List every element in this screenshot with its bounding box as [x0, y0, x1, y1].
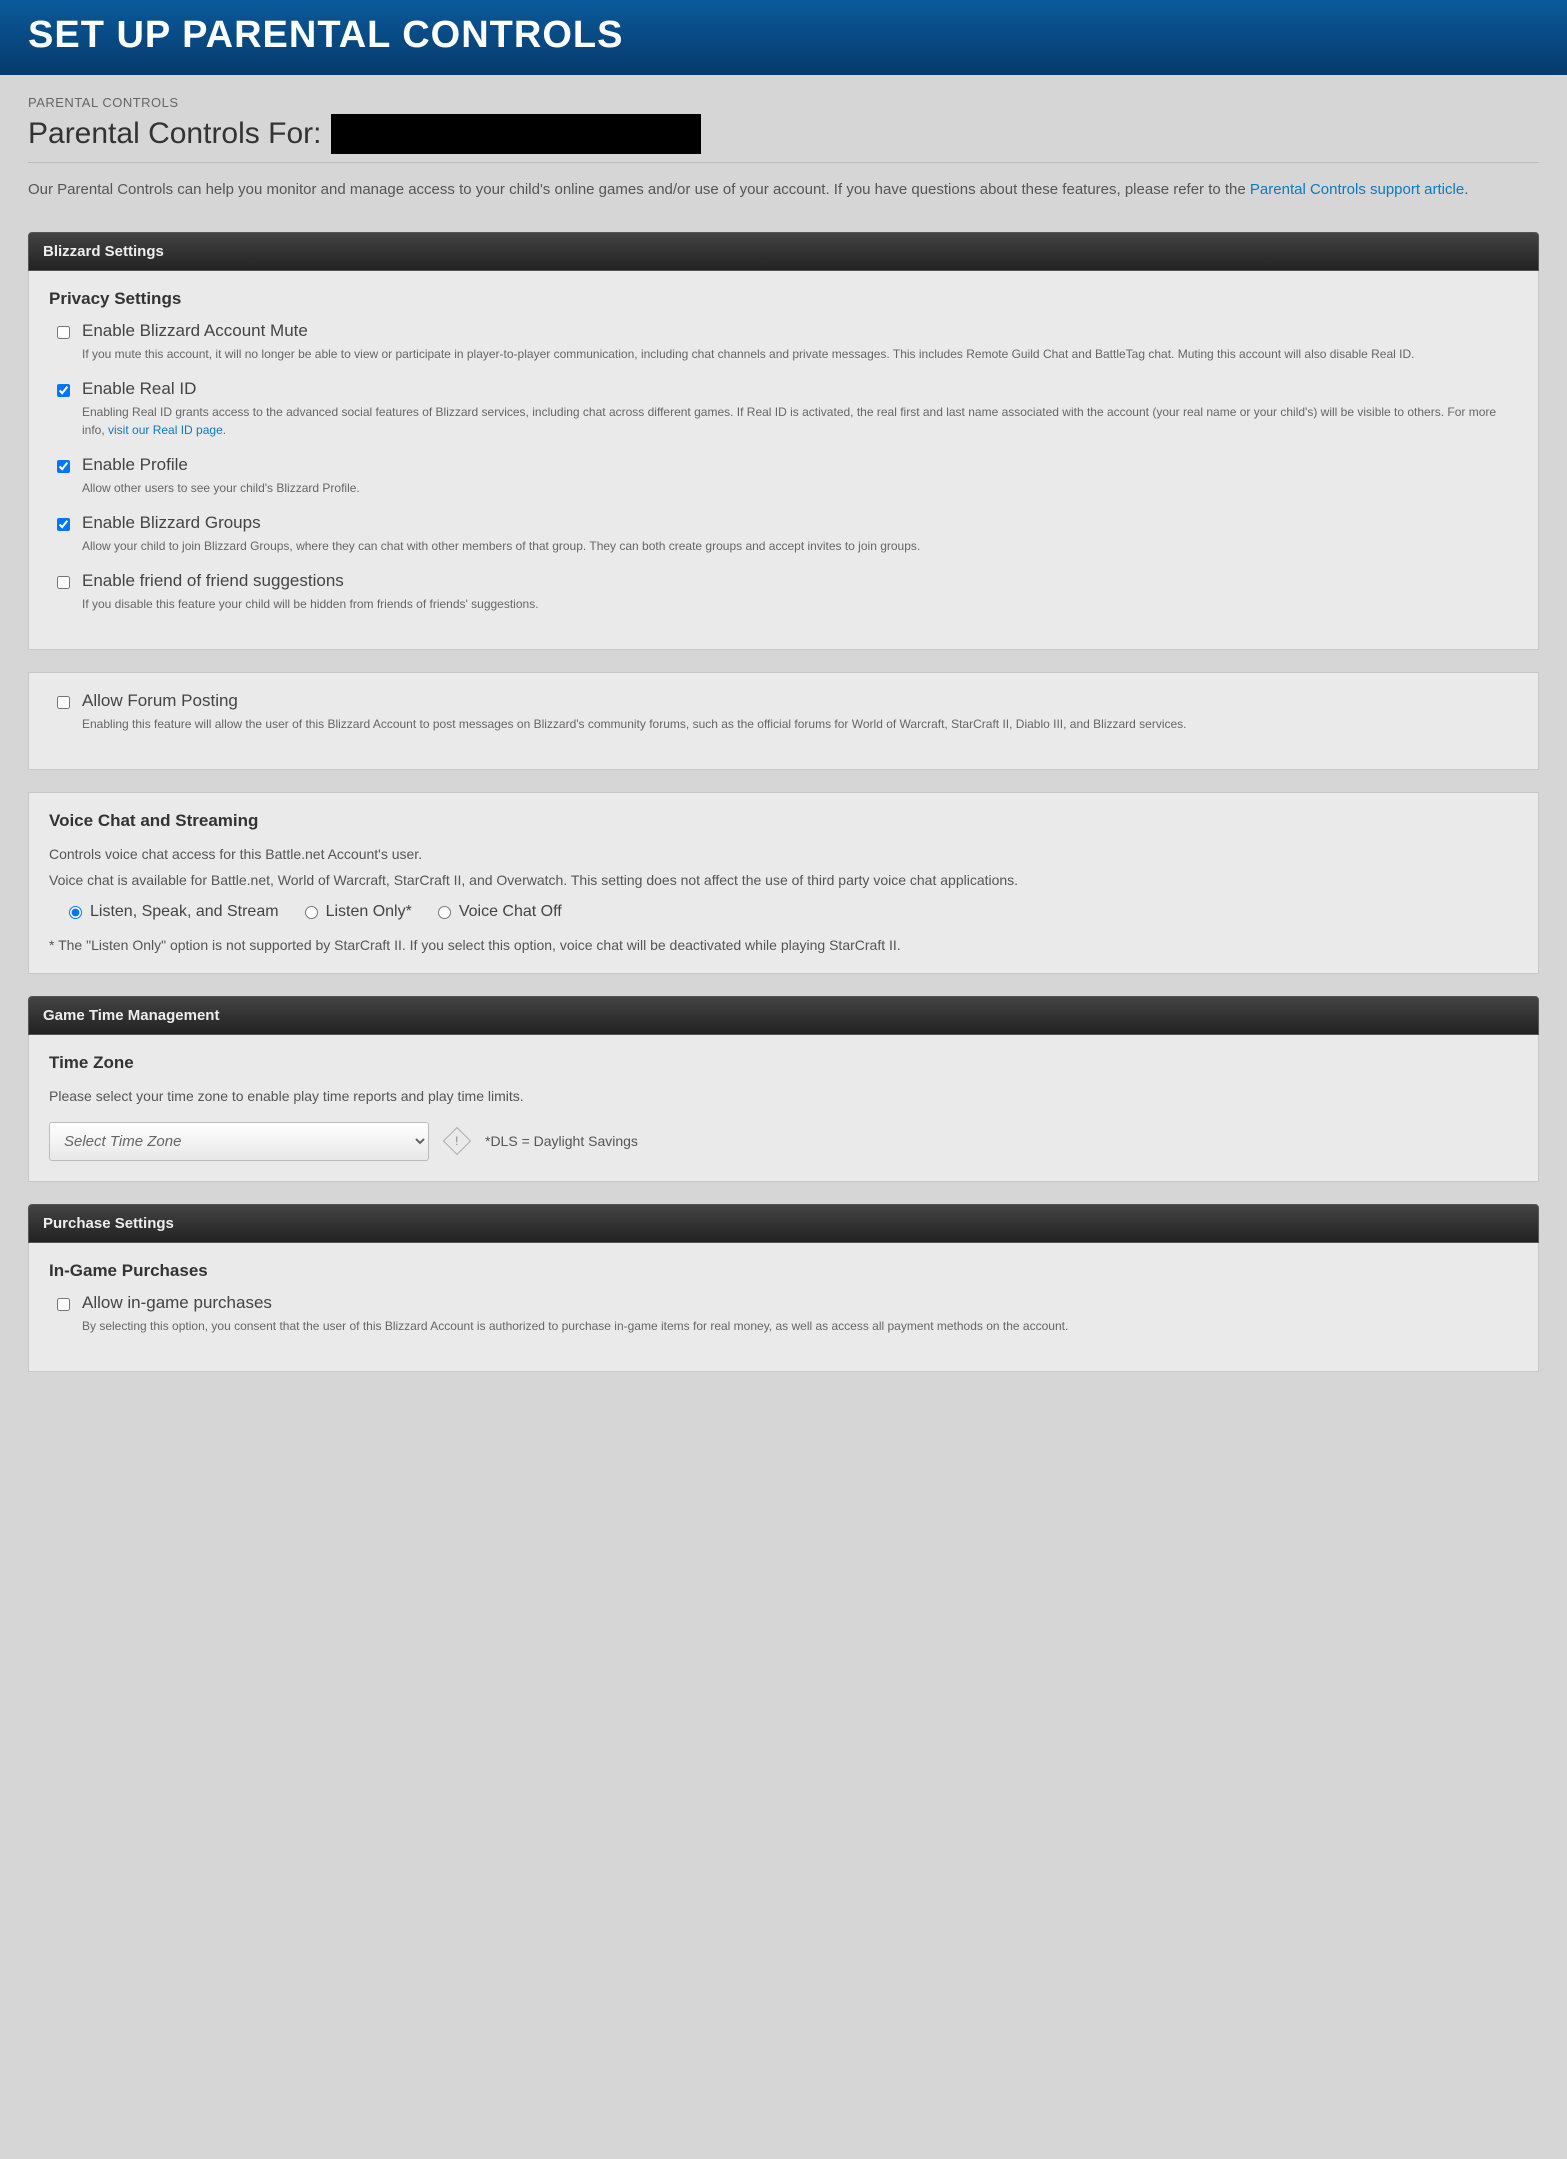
enable-blizzard-account-mute-checkbox[interactable]	[57, 326, 70, 339]
enable-friend-of-friend-suggestions-label: Enable friend of friend suggestions	[82, 571, 1518, 591]
blizzard-settings-header: Blizzard Settings	[28, 232, 1539, 271]
voice-chat-panel: Voice Chat and Streaming Controls voice …	[28, 792, 1539, 975]
forum-panel: Allow Forum Posting Enabling this featur…	[28, 672, 1539, 770]
enable-profile-label: Enable Profile	[82, 455, 1518, 475]
option-desc-after: .	[223, 423, 226, 437]
option-desc-text: Allow other users to see your child's Bl…	[82, 481, 360, 495]
voice-listen-only--radio[interactable]	[305, 906, 318, 919]
timezone-select[interactable]: Select Time Zone	[49, 1122, 429, 1161]
enable-real-id-label: Enable Real ID	[82, 379, 1518, 399]
support-article-link[interactable]: Parental Controls support article	[1250, 181, 1464, 198]
page-title-row: Parental Controls For:	[28, 114, 1539, 154]
page-title: Parental Controls For:	[28, 117, 321, 151]
voice-desc1: Controls voice chat access for this Batt…	[49, 843, 1518, 865]
purchase-settings-header: Purchase Settings	[28, 1204, 1539, 1243]
intro-before: Our Parental Controls can help you monit…	[28, 181, 1250, 198]
enable-blizzard-groups-checkbox[interactable]	[57, 518, 70, 531]
allow-forum-posting-checkbox[interactable]	[57, 696, 70, 709]
content-area: PARENTAL CONTROLS Parental Controls For:…	[0, 75, 1567, 1434]
ingame-purchases-panel: In-Game Purchases Allow in-game purchase…	[28, 1243, 1539, 1372]
account-name-redacted	[331, 114, 701, 154]
enable-blizzard-account-mute-desc: If you mute this account, it will no lon…	[82, 347, 1414, 361]
option-desc-text: If you disable this feature your child w…	[82, 597, 539, 611]
tz-desc: Please select your time zone to enable p…	[49, 1085, 1518, 1107]
game-time-header: Game Time Management	[28, 996, 1539, 1035]
info-icon: !	[443, 1127, 471, 1155]
option-desc-text: Enabling Real ID grants access to the ad…	[82, 405, 1496, 437]
ingame-desc: By selecting this option, you consent th…	[82, 1319, 1068, 1333]
option-desc-text: Allow your child to join Blizzard Groups…	[82, 539, 920, 553]
page-header-title: SET UP PARENTAL CONTROLS	[28, 14, 1539, 57]
voice-listen-only--label: Listen Only*	[326, 903, 412, 921]
intro-after: .	[1464, 181, 1468, 198]
forum-label: Allow Forum Posting	[82, 691, 1518, 711]
enable-real-id-desc: Enabling Real ID grants access to the ad…	[82, 405, 1496, 437]
breadcrumb: PARENTAL CONTROLS	[28, 95, 1539, 110]
enable-profile-checkbox[interactable]	[57, 460, 70, 473]
enable-friend-of-friend-suggestions-checkbox[interactable]	[57, 576, 70, 589]
voice-heading: Voice Chat and Streaming	[49, 811, 1518, 831]
enable-profile-desc: Allow other users to see your child's Bl…	[82, 481, 360, 495]
voice-footnote: * The "Listen Only" option is not suppor…	[49, 937, 1518, 953]
enable-real-id-checkbox[interactable]	[57, 384, 70, 397]
voice-listen-speak-and-stream-label: Listen, Speak, and Stream	[90, 903, 279, 921]
tz-heading: Time Zone	[49, 1053, 1518, 1073]
voice-listen-speak-and-stream-radio[interactable]	[69, 906, 82, 919]
voice-desc2: Voice chat is available for Battle.net, …	[49, 869, 1518, 891]
option-desc-text: If you mute this account, it will no lon…	[82, 347, 1414, 361]
voice-radio-row: Listen, Speak, and Stream Listen Only* Voi…	[49, 903, 1518, 921]
enable-blizzard-groups-desc: Allow your child to join Blizzard Groups…	[82, 539, 920, 553]
allow-ingame-purchases-checkbox[interactable]	[57, 1298, 70, 1311]
enable-friend-of-friend-suggestions-desc: If you disable this feature your child w…	[82, 597, 539, 611]
divider	[28, 162, 1539, 163]
header-bar: SET UP PARENTAL CONTROLS	[0, 0, 1567, 75]
ingame-label: Allow in-game purchases	[82, 1293, 1518, 1313]
intro-text: Our Parental Controls can help you monit…	[28, 179, 1539, 202]
ingame-heading: In-Game Purchases	[49, 1261, 1518, 1281]
option-desc-link[interactable]: visit our Real ID page	[108, 423, 223, 437]
privacy-heading: Privacy Settings	[49, 289, 1518, 309]
dls-note: *DLS = Daylight Savings	[485, 1133, 638, 1149]
forum-desc: Enabling this feature will allow the use…	[82, 717, 1187, 731]
voice-voice-chat-off-radio[interactable]	[438, 906, 451, 919]
enable-blizzard-account-mute-label: Enable Blizzard Account Mute	[82, 321, 1518, 341]
privacy-settings-panel: Privacy Settings Enable Blizzard Account…	[28, 271, 1539, 650]
timezone-panel: Time Zone Please select your time zone t…	[28, 1035, 1539, 1181]
enable-blizzard-groups-label: Enable Blizzard Groups	[82, 513, 1518, 533]
voice-voice-chat-off-label: Voice Chat Off	[459, 903, 562, 921]
